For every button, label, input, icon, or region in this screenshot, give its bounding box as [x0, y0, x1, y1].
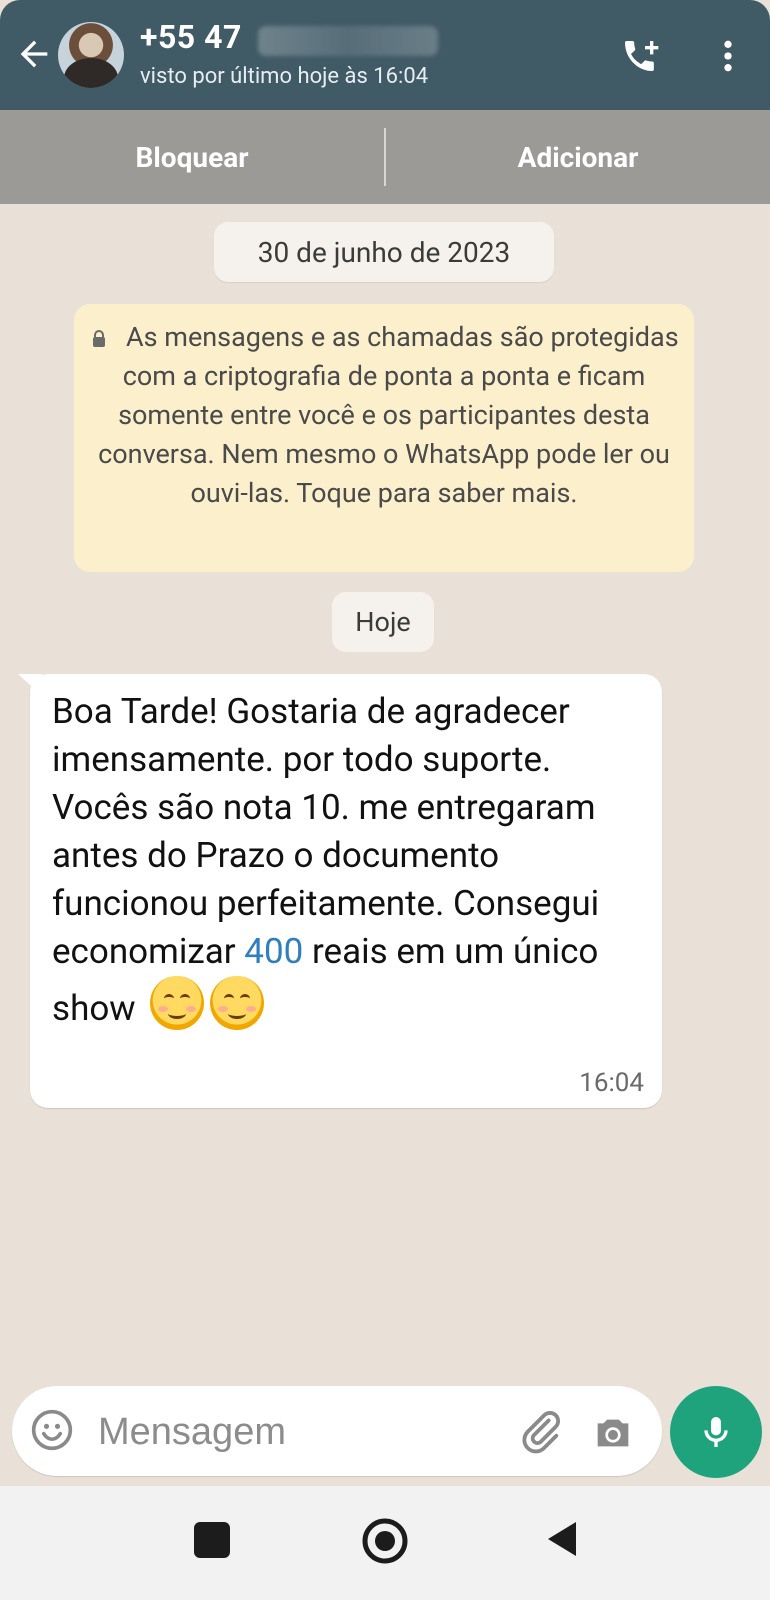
- nav-back-triangle-icon[interactable]: [540, 1516, 586, 1562]
- nav-circle-icon[interactable]: [360, 1516, 410, 1566]
- encryption-text: As mensagens e as chamadas são protegida…: [98, 321, 679, 509]
- lock-icon: [93, 330, 106, 347]
- action-bar: Bloquear Adicionar: [0, 110, 770, 204]
- incoming-message[interactable]: Boa Tarde! Gostaria de agradecer imensam…: [30, 674, 662, 1108]
- redacted-number-blur: [258, 26, 438, 56]
- message-number-link[interactable]: 400: [244, 931, 303, 972]
- message-composer: [12, 1386, 662, 1476]
- smiling-face-emoji-icon: [210, 976, 265, 1030]
- block-button[interactable]: Bloquear: [0, 110, 384, 204]
- microphone-icon: [704, 1417, 728, 1447]
- camera-icon[interactable]: [590, 1410, 636, 1456]
- emoji-icon[interactable]: [30, 1408, 74, 1452]
- system-nav-bar: [0, 1486, 770, 1600]
- call-add-icon[interactable]: [620, 36, 660, 76]
- encryption-notice[interactable]: As mensagens e as chamadas são protegida…: [74, 304, 694, 572]
- last-seen-status: visto por último hoje às 16:04: [140, 64, 429, 89]
- chat-area: 30 de junho de 2023 As mensagens e as ch…: [0, 204, 770, 1484]
- attach-icon[interactable]: [517, 1408, 563, 1454]
- mic-button[interactable]: [670, 1386, 762, 1478]
- message-text: Boa Tarde! Gostaria de agradecer imensam…: [52, 688, 612, 1033]
- today-chip: Hoje: [332, 592, 434, 652]
- smiling-face-emoji-icon: [150, 976, 205, 1030]
- add-button[interactable]: Adicionar: [386, 110, 770, 204]
- contact-name[interactable]: +55 47: [140, 18, 242, 56]
- menu-dots-icon[interactable]: [708, 34, 748, 78]
- message-time: 16:04: [579, 1068, 644, 1098]
- back-arrow-icon[interactable]: [14, 34, 54, 74]
- contact-avatar[interactable]: [58, 22, 124, 88]
- message-before: Boa Tarde! Gostaria de agradecer imensam…: [52, 691, 600, 972]
- date-chip: 30 de junho de 2023: [214, 222, 554, 282]
- message-input[interactable]: [96, 1402, 460, 1462]
- chat-header: +55 47 visto por último hoje às 16:04: [0, 0, 770, 110]
- nav-square-icon[interactable]: [194, 1522, 230, 1558]
